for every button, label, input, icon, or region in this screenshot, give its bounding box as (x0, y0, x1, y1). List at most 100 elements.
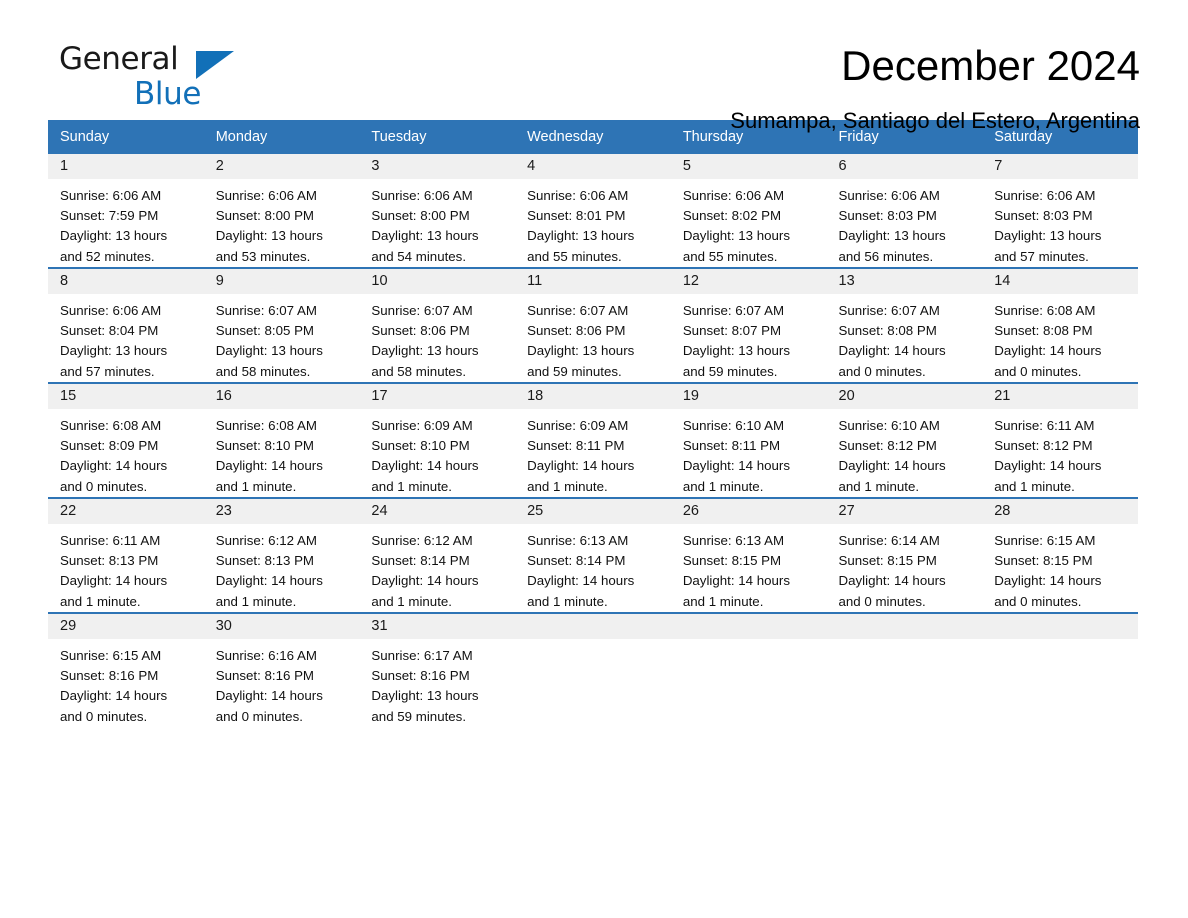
sunset-text: Sunset: 8:03 PM (838, 208, 937, 224)
calendar-day-cell-empty (982, 612, 1138, 727)
day-number: 31 (359, 614, 516, 639)
day-info: Sunrise: 6:11 AM Sunset: 8:13 PM Daylight:… (48, 524, 204, 612)
calendar-day-cell[interactable]: 3 Sunrise: 6:06 AM Sunset: 8:00 PM Daylight… (359, 154, 516, 268)
day-info: Sunrise: 6:06 AM Sunset: 7:59 PM Daylight:… (48, 179, 204, 267)
daylight-text-line2: and 1 minute. (215, 478, 297, 494)
daylight-text-line1: Daylight: 13 hours (215, 343, 323, 359)
day-number: 20 (826, 384, 983, 409)
day-number (670, 614, 827, 639)
sunset-text: Sunset: 8:10 PM (371, 438, 470, 454)
calendar-day-cell[interactable]: 5 Sunrise: 6:06 AM Sunset: 8:02 PM Daylight… (670, 154, 827, 268)
sunrise-text: Sunrise: 6:06 AM (994, 188, 1096, 203)
daylight-text-line1: Daylight: 13 hours (682, 228, 790, 244)
day-number: 21 (982, 384, 1138, 409)
daylight-text-line2: and 1 minute. (682, 478, 764, 494)
page-subtitle: Sumampa, Santiago del Estero, Argentina (730, 108, 1140, 134)
daylight-text-line1: Daylight: 13 hours (60, 343, 168, 359)
day-info: Sunrise: 6:06 AM Sunset: 8:02 PM Daylight:… (671, 179, 827, 267)
calendar-day-cell[interactable]: 29 Sunrise: 6:15 AM Sunset: 8:16 PM Dayligh… (48, 612, 204, 727)
calendar-day-cell[interactable]: 23 Sunrise: 6:12 AM Sunset: 8:13 PM Dayligh… (203, 497, 360, 613)
calendar-day-cell[interactable]: 16 Sunrise: 6:08 AM Sunset: 8:10 PM Dayligh… (203, 382, 360, 498)
calendar-day-cell[interactable]: 17 Sunrise: 6:09 AM Sunset: 8:10 PM Dayligh… (359, 382, 516, 498)
sunrise-text: Sunrise: 6:09 AM (371, 418, 473, 433)
sunrise-text: Sunrise: 6:08 AM (215, 418, 317, 433)
day-info: Sunrise: 6:06 AM Sunset: 8:00 PM Daylight:… (204, 179, 360, 267)
daylight-text-line1: Daylight: 14 hours (60, 688, 168, 704)
daylight-text-line1: Daylight: 14 hours (838, 343, 946, 359)
sunrise-text: Sunrise: 6:08 AM (60, 418, 162, 433)
sunset-text: Sunset: 8:00 PM (215, 208, 315, 224)
calendar-day-cell[interactable]: 21 Sunrise: 6:11 AM Sunset: 8:12 PM Dayligh… (982, 382, 1138, 498)
daylight-text-line2: and 0 minutes. (215, 708, 303, 724)
sunset-text: Sunset: 8:06 PM (371, 323, 470, 339)
daylight-text-line1: Daylight: 14 hours (371, 458, 479, 474)
sunrise-text: Sunrise: 6:10 AM (838, 418, 940, 433)
daylight-text-line2: and 1 minute. (527, 478, 608, 494)
calendar-day-cell[interactable]: 7 Sunrise: 6:06 AM Sunset: 8:03 PM Daylight… (982, 154, 1138, 268)
daylight-text-line2: and 58 minutes. (371, 363, 467, 379)
day-number (826, 614, 983, 639)
calendar-day-cell[interactable]: 9 Sunrise: 6:07 AM Sunset: 8:05 PM Daylight… (203, 267, 360, 383)
calendar-grid: Sunday Monday Tuesday Wednesday Thursday… (48, 120, 1138, 727)
day-info: Sunrise: 6:07 AM Sunset: 8:06 PM Daylight:… (515, 294, 671, 382)
daylight-text-line1: Daylight: 13 hours (60, 228, 168, 244)
day-info: Sunrise: 6:08 AM Sunset: 8:08 PM Daylight:… (982, 294, 1138, 382)
sunrise-text: Sunrise: 6:13 AM (682, 533, 785, 548)
daylight-text-line1: Daylight: 13 hours (215, 228, 323, 244)
calendar-day-cell[interactable]: 4 Sunrise: 6:06 AM Sunset: 8:01 PM Daylight… (515, 154, 671, 268)
calendar-day-cell[interactable]: 1 Sunrise: 6:06 AM Sunset: 7:59 PM Daylight… (48, 154, 204, 268)
day-number: 27 (826, 499, 983, 524)
calendar-day-cell[interactable]: 31 Sunrise: 6:17 AM Sunset: 8:16 PM Dayligh… (359, 612, 516, 727)
calendar-day-cell[interactable]: 18 Sunrise: 6:09 AM Sunset: 8:11 PM Dayligh… (515, 382, 671, 498)
daylight-text-line2: and 1 minute. (682, 593, 764, 609)
daylight-text-line2: and 57 minutes. (994, 248, 1089, 264)
sunrise-text: Sunrise: 6:06 AM (371, 188, 473, 203)
calendar-day-cell-empty (826, 612, 983, 727)
calendar-week-row: 29 Sunrise: 6:15 AM Sunset: 8:16 PM Dayligh… (48, 612, 1138, 727)
day-number: 15 (48, 384, 204, 409)
calendar-day-cell[interactable]: 25 Sunrise: 6:13 AM Sunset: 8:14 PM Dayligh… (515, 497, 671, 613)
calendar-day-cell[interactable]: 20 Sunrise: 6:10 AM Sunset: 8:12 PM Dayligh… (826, 382, 983, 498)
calendar-day-cell[interactable]: 19 Sunrise: 6:10 AM Sunset: 8:11 PM Dayligh… (670, 382, 827, 498)
daylight-text-line2: and 1 minute. (371, 593, 452, 609)
calendar-day-cell[interactable]: 10 Sunrise: 6:07 AM Sunset: 8:06 PM Dayligh… (359, 267, 516, 383)
daylight-text-line1: Daylight: 13 hours (371, 688, 479, 704)
weekday-header-monday: Monday (203, 120, 360, 154)
sunrise-text: Sunrise: 6:06 AM (60, 303, 162, 318)
sunrise-text: Sunrise: 6:06 AM (215, 188, 317, 203)
day-number: 22 (48, 499, 204, 524)
day-number: 6 (826, 154, 983, 179)
day-number: 2 (203, 154, 360, 179)
daylight-text-line2: and 52 minutes. (60, 248, 155, 264)
calendar-day-cell[interactable]: 24 Sunrise: 6:12 AM Sunset: 8:14 PM Dayligh… (359, 497, 516, 613)
daylight-text-line1: Daylight: 14 hours (215, 573, 323, 589)
sunrise-text: Sunrise: 6:17 AM (371, 648, 473, 663)
calendar-day-cell[interactable]: 27 Sunrise: 6:14 AM Sunset: 8:15 PM Dayligh… (826, 497, 983, 613)
day-info: Sunrise: 6:06 AM Sunset: 8:04 PM Daylight:… (48, 294, 204, 382)
calendar-day-cell[interactable]: 8 Sunrise: 6:06 AM Sunset: 8:04 PM Daylight… (48, 267, 204, 383)
calendar-day-cell[interactable]: 22 Sunrise: 6:11 AM Sunset: 8:13 PM Dayligh… (48, 497, 204, 613)
calendar-day-cell[interactable]: 2 Sunrise: 6:06 AM Sunset: 8:00 PM Daylight… (203, 154, 360, 268)
daylight-text-line2: and 1 minute. (994, 478, 1075, 494)
calendar-day-cell[interactable]: 13 Sunrise: 6:07 AM Sunset: 8:08 PM Dayligh… (826, 267, 983, 383)
page-title: December 2024 (841, 42, 1140, 89)
sunrise-text: Sunrise: 6:12 AM (215, 533, 317, 548)
calendar-day-cell[interactable]: 15 Sunrise: 6:08 AM Sunset: 8:09 PM Dayligh… (48, 382, 204, 498)
sunset-text: Sunset: 8:14 PM (527, 553, 626, 569)
daylight-text-line1: Daylight: 14 hours (838, 458, 946, 474)
calendar-day-cell[interactable]: 14 Sunrise: 6:08 AM Sunset: 8:08 PM Dayligh… (982, 267, 1138, 383)
title-block: December 2024 Sumampa, Santiago del Este… (730, 42, 1140, 134)
calendar-day-cell[interactable]: 28 Sunrise: 6:15 AM Sunset: 8:15 PM Dayligh… (982, 497, 1138, 613)
day-info: Sunrise: 6:07 AM Sunset: 8:06 PM Daylight:… (359, 294, 515, 382)
calendar-day-cell[interactable]: 11 Sunrise: 6:07 AM Sunset: 8:06 PM Dayligh… (515, 267, 671, 383)
sunrise-text: Sunrise: 6:12 AM (371, 533, 473, 548)
calendar-day-cell[interactable]: 12 Sunrise: 6:07 AM Sunset: 8:07 PM Dayligh… (670, 267, 827, 383)
day-number: 16 (203, 384, 360, 409)
day-number: 12 (670, 269, 827, 294)
calendar-day-cell[interactable]: 30 Sunrise: 6:16 AM Sunset: 8:16 PM Dayligh… (203, 612, 360, 727)
daylight-text-line1: Daylight: 13 hours (371, 343, 479, 359)
calendar-day-cell[interactable]: 26 Sunrise: 6:13 AM Sunset: 8:15 PM Dayligh… (670, 497, 827, 613)
day-info: Sunrise: 6:07 AM Sunset: 8:07 PM Daylight:… (671, 294, 827, 382)
calendar-day-cell[interactable]: 6 Sunrise: 6:06 AM Sunset: 8:03 PM Daylight… (826, 154, 983, 268)
daylight-text-line1: Daylight: 13 hours (527, 343, 635, 359)
